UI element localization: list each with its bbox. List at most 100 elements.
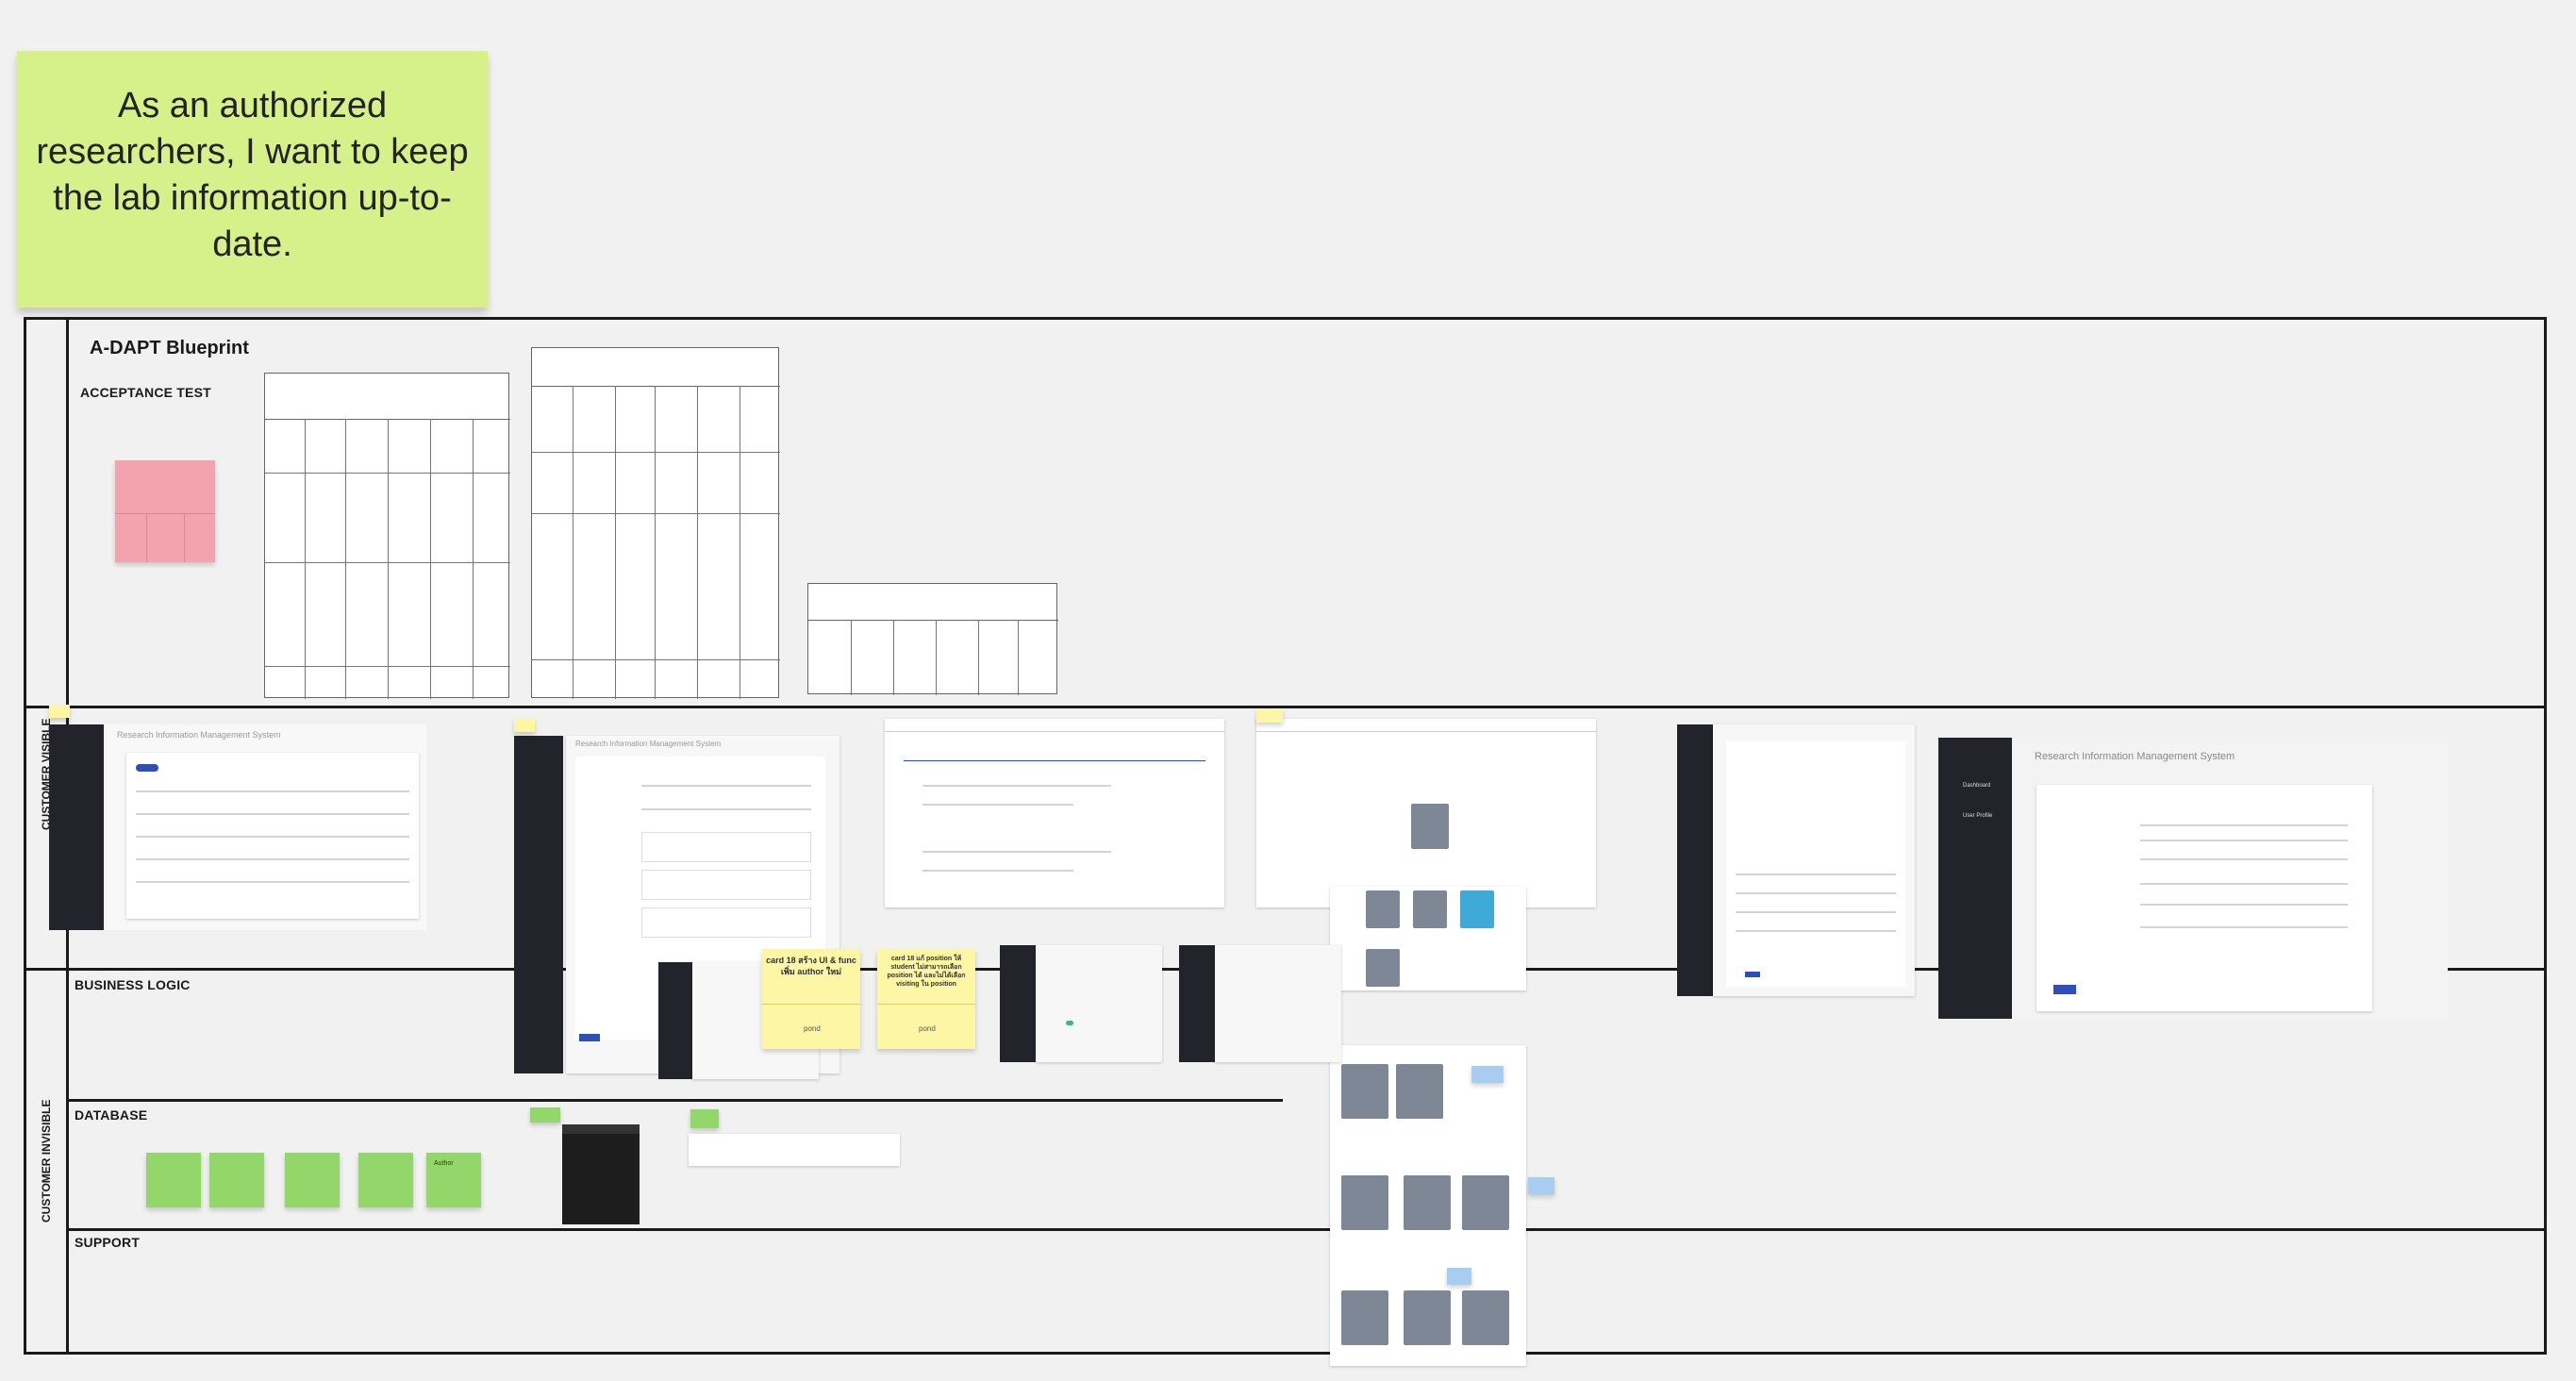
acceptance-test-doc-3[interactable] — [807, 583, 1058, 695]
acceptance-test-doc-1[interactable] — [264, 373, 510, 699]
screen5-row-1 — [1736, 874, 1896, 875]
screen5-sidebar[interactable] — [1677, 724, 1713, 996]
bl-screen2[interactable] — [1036, 945, 1162, 1062]
doc3-col-3 — [936, 620, 937, 695]
screen6-sidebar[interactable]: Dashboard User Profile — [1938, 738, 2012, 1019]
card18-position-note[interactable]: card 18 แก้ position ให้ student ไม่สามา… — [877, 949, 975, 1049]
screen6-sidebar-users[interactable]: User Profile — [1963, 813, 1992, 819]
screen1-list-card[interactable] — [126, 753, 419, 919]
screen6-edit-button[interactable] — [2053, 985, 2076, 994]
member-avatar-6[interactable] — [1396, 1064, 1443, 1119]
screen4-tiny-note[interactable] — [1256, 709, 1283, 723]
acceptance-test-doc-2[interactable] — [531, 347, 780, 699]
story-note-text: As an authorized researchers, I want to … — [36, 86, 469, 264]
gallery-blue-note-2[interactable] — [1447, 1268, 1471, 1285]
member-avatar-9[interactable] — [1462, 1175, 1509, 1230]
member-avatar-2[interactable] — [1413, 890, 1447, 928]
screen1-canvas[interactable]: Research Information Management System — [106, 724, 426, 930]
db-schema-panel[interactable] — [689, 1134, 900, 1166]
screen5-admin-table[interactable] — [1713, 724, 1915, 996]
member-gallery-panel-2[interactable] — [1330, 1045, 1526, 1366]
pink-note-vdivider-2 — [184, 513, 185, 562]
db-note-3[interactable] — [285, 1153, 340, 1207]
screen2-field-2[interactable] — [641, 808, 811, 810]
db-note-4[interactable] — [358, 1153, 413, 1207]
member-avatar-7[interactable] — [1341, 1175, 1388, 1230]
card18-author-note[interactable]: card 18 สร้าง UI & func เพิ่ม author ใหม… — [762, 949, 860, 1049]
doc1-col-5 — [473, 419, 474, 699]
card18-author-owner: pond — [804, 1024, 821, 1033]
screen3-header-bar — [885, 719, 1224, 732]
screen6-field-1 — [2140, 824, 2348, 826]
screen6-detail-view[interactable]: Research Information Management System — [2012, 738, 2448, 1019]
gallery-blue-note-1[interactable] — [1471, 1066, 1504, 1083]
screen1-tiny-note[interactable] — [49, 705, 70, 718]
member-avatar-12[interactable] — [1462, 1290, 1509, 1345]
doc1-col-4 — [430, 419, 431, 699]
gallery-side-blue-note[interactable] — [1528, 1177, 1554, 1194]
member-avatar-4[interactable] — [1366, 949, 1400, 987]
lane-label-business-logic: BUSINESS LOGIC — [75, 977, 191, 992]
screen5-save-button[interactable] — [1745, 972, 1760, 977]
db-small-note-2[interactable] — [690, 1109, 719, 1128]
bl-screen3[interactable] — [1215, 945, 1341, 1062]
screen6-detail-card[interactable] — [2036, 785, 2372, 1011]
screen6-field-3 — [2140, 858, 2348, 860]
screen5-card[interactable] — [1726, 741, 1905, 987]
board-title: A-DAPT Blueprint — [90, 338, 249, 358]
bl-screen1-sidebar[interactable] — [658, 962, 692, 1079]
screen2-field-5[interactable] — [641, 907, 811, 938]
screen2-field-3[interactable] — [641, 832, 811, 862]
screen6-field-2 — [2140, 840, 2348, 841]
side-label-customer-invisible: CUSTOMER INVISIBLE — [40, 1099, 53, 1223]
member-avatar-11[interactable] — [1404, 1290, 1451, 1345]
screen6-field-5 — [2140, 904, 2348, 906]
screen1-row-3 — [136, 836, 409, 838]
member-gallery-panel[interactable] — [1330, 887, 1526, 990]
acceptance-pink-note[interactable] — [115, 460, 215, 562]
screen4-avatar[interactable] — [1411, 804, 1449, 849]
pink-note-divider — [115, 513, 215, 514]
screen6-app-title: Research Information Management System — [2035, 751, 2235, 762]
doc3-col-2 — [893, 620, 894, 695]
doc2-row-2 — [532, 513, 780, 514]
member-avatar-8[interactable] — [1404, 1175, 1451, 1230]
db-dark-table[interactable] — [562, 1124, 640, 1224]
card18-position-divider — [877, 1004, 975, 1005]
screen6-sidebar-dashboard[interactable]: Dashboard — [1963, 783, 1990, 789]
db-note-2[interactable] — [209, 1153, 264, 1207]
screen2-tiny-note[interactable] — [514, 719, 535, 732]
screen3-publication-page[interactable] — [885, 719, 1224, 907]
db-note-author[interactable]: Author — [426, 1153, 481, 1207]
screen2-save-button[interactable] — [579, 1034, 600, 1041]
lane-divider-database — [66, 1099, 1283, 1102]
doc1-row-3 — [265, 666, 510, 667]
bl-screen3-sidebar[interactable] — [1179, 945, 1215, 1062]
screen2-title: Research Information Management System — [575, 740, 722, 748]
doc1-row-2 — [265, 562, 510, 563]
screen1-sidebar[interactable] — [49, 724, 104, 930]
doc2-row-3 — [532, 659, 780, 660]
story-sticky-note[interactable]: As an authorized researchers, I want to … — [17, 51, 488, 308]
member-avatar-10[interactable] — [1341, 1290, 1388, 1345]
bl-screen2-sidebar[interactable] — [1000, 945, 1036, 1062]
screen4-profile-page[interactable] — [1256, 719, 1596, 907]
member-avatar-3[interactable] — [1460, 890, 1494, 928]
screen1-add-button[interactable] — [136, 764, 158, 772]
screen5-row-2 — [1736, 892, 1896, 894]
screen6-field-6 — [2140, 926, 2348, 928]
doc1-col-3 — [388, 419, 389, 699]
member-avatar-1[interactable] — [1366, 890, 1400, 928]
screen3-entry-2 — [922, 804, 1073, 806]
screen6-field-4 — [2140, 883, 2348, 885]
screen5-row-4 — [1736, 930, 1896, 932]
screen2-field-1[interactable] — [641, 785, 811, 787]
doc2-row-1 — [532, 452, 780, 453]
db-note-1[interactable] — [146, 1153, 201, 1207]
screen1-row-1 — [136, 790, 409, 792]
member-avatar-5[interactable] — [1341, 1064, 1388, 1119]
db-small-note-1[interactable] — [530, 1107, 560, 1123]
doc2-col-3 — [655, 386, 656, 699]
lane-label-support: SUPPORT — [75, 1235, 141, 1250]
screen2-field-4[interactable] — [641, 870, 811, 900]
